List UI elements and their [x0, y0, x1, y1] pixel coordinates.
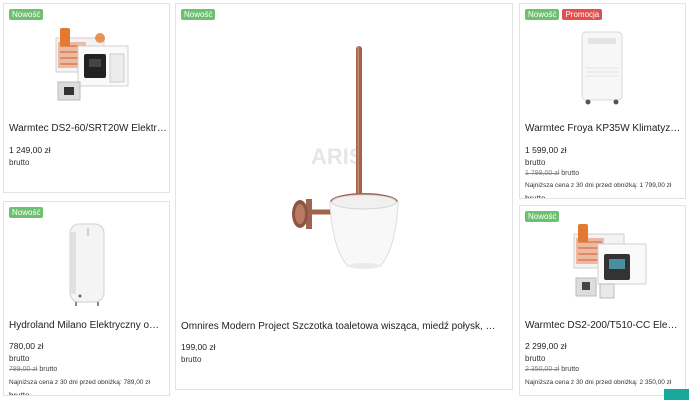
product-card[interactable]: Nowość Warmtec DS2-200/T510-CC Ele… 2 29…: [519, 205, 686, 396]
watermark: ARIS: [311, 144, 364, 169]
lowest-price-brutto: brutto: [9, 391, 30, 396]
scroll-to-top-button[interactable]: [664, 389, 689, 400]
old-price-brutto: brutto: [39, 366, 58, 373]
lowest-price-note: Najniższa cena z 30 dni przed obniżką: 7…: [9, 379, 150, 386]
old-price-brutto: brutto: [561, 170, 580, 177]
product-name[interactable]: Warmtec Froya KP35W Klimatyz…: [525, 123, 683, 134]
product-image[interactable]: [562, 222, 650, 304]
old-price: 2 350,00 zł brutto: [525, 366, 579, 373]
product-price: 780,00 zł: [9, 341, 44, 351]
product-image[interactable]: [44, 24, 132, 106]
product-card[interactable]: Nowość Warmtec DS2-60/SRT20W Elektr… 1 2…: [3, 3, 170, 193]
price-brutto-label: brutto: [525, 158, 546, 167]
product-price: 2 299,00 zł: [525, 341, 567, 351]
product-price: 1 249,00 zł: [9, 145, 51, 155]
product-name[interactable]: Omnires Modern Project Szczotka toaletow…: [181, 321, 509, 332]
old-price-value: 789,00 zł: [9, 366, 38, 373]
product-name[interactable]: Warmtec DS2-200/T510-CC Ele…: [525, 320, 683, 331]
new-badge: Nowość: [525, 9, 560, 20]
lowest-price-note: Najniższa cena z 30 dni przed obniżką: 1…: [525, 182, 672, 189]
product-image[interactable]: [578, 28, 628, 108]
badges: Nowość: [525, 211, 560, 222]
lowest-price-brutto: brutto: [525, 194, 546, 199]
product-price: 1 599,00 zł: [525, 145, 567, 155]
new-badge: Nowość: [9, 9, 44, 20]
product-card[interactable]: Nowość Hydroland Milano Elektryczny o… 7…: [3, 201, 170, 396]
badges: Nowość Promocja: [525, 9, 603, 20]
old-price: 1 799,00 zł brutto: [525, 170, 579, 177]
price-brutto-label: brutto: [9, 158, 30, 167]
badges: Nowość: [181, 9, 216, 20]
badges: Nowość: [9, 9, 44, 20]
old-price-value: 1 799,00 zł: [525, 170, 560, 177]
badges: Nowość: [9, 207, 44, 218]
old-price: 789,00 zł brutto: [9, 366, 57, 373]
product-image[interactable]: ARIS: [276, 44, 416, 294]
price-brutto-label: brutto: [181, 355, 202, 364]
price-brutto-label: brutto: [9, 354, 30, 363]
lowest-price-note: Najniższa cena z 30 dni przed obniżką: 2…: [525, 379, 672, 386]
new-badge: Nowość: [525, 211, 560, 222]
old-price-value: 2 350,00 zł: [525, 366, 560, 373]
product-image[interactable]: [62, 222, 112, 306]
product-name[interactable]: Warmtec DS2-60/SRT20W Elektr…: [9, 123, 167, 134]
promo-badge: Promocja: [562, 9, 603, 20]
new-badge: Nowość: [9, 207, 44, 218]
old-price-brutto: brutto: [561, 366, 580, 373]
product-card[interactable]: Nowość ARIS Omnires Modern Project Szczo…: [175, 3, 513, 390]
product-price: 199,00 zł: [181, 342, 216, 352]
product-card[interactable]: Nowość Promocja Warmtec Froya KP35W Klim…: [519, 3, 686, 199]
product-name[interactable]: Hydroland Milano Elektryczny o…: [9, 320, 167, 331]
new-badge: Nowość: [181, 9, 216, 20]
price-brutto-label: brutto: [525, 354, 546, 363]
